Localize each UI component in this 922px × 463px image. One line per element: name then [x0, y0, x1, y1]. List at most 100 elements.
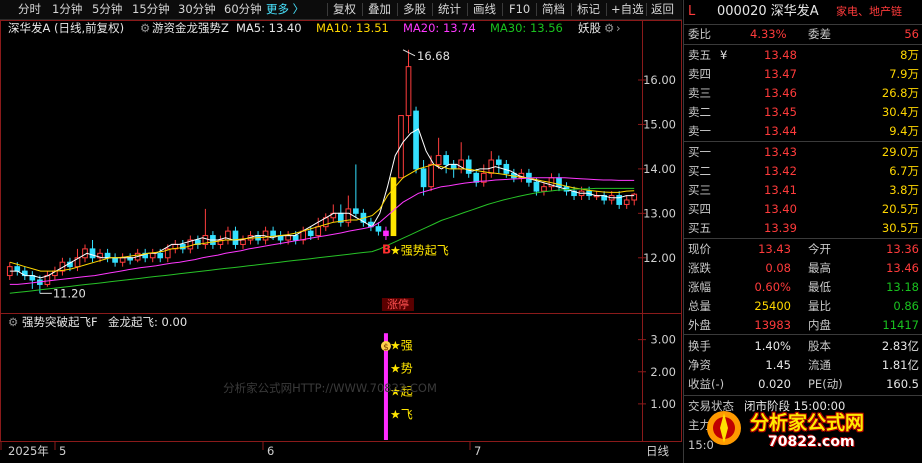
stat-value: 13.46: [886, 261, 919, 275]
candle-body: [353, 208, 359, 214]
bid-label: 买二: [688, 164, 711, 178]
candle: [601, 191, 607, 205]
bid-row: 买五 13.39 30.5万: [684, 219, 922, 237]
bid-price: 13.43: [764, 145, 797, 159]
ma10-label: MA10: 13.51: [316, 21, 389, 35]
candle-body: [112, 257, 118, 263]
candle-body: [420, 168, 427, 188]
stat-label: 量比: [808, 299, 831, 313]
ma10-line: [9, 163, 635, 272]
stat-value: 13.18: [886, 280, 919, 294]
sector-link[interactable]: 家电、地产链: [836, 2, 902, 22]
money-bag-symbol: $: [383, 343, 389, 353]
limit-up-label: 涨停: [387, 297, 409, 311]
kline-chart[interactable]: 16.0015.0014.0013.0012.00 16.6811.20B★强势…: [0, 0, 682, 463]
stat-value: 160.5: [886, 377, 919, 391]
settings-icon[interactable]: ⚙: [604, 21, 614, 36]
signal-char: ★强: [390, 338, 413, 352]
candle: [187, 235, 194, 254]
ask-row: 卖四 13.47 7.9万: [684, 65, 922, 83]
candle-body: [149, 252, 156, 259]
ask-price: 13.44: [764, 124, 797, 138]
candle-body: [307, 230, 314, 237]
sub-indicator-name[interactable]: 强势突破起飞F: [22, 315, 98, 330]
stat-value: 11417: [882, 318, 919, 332]
ask-row: 卖二 13.45 30.4万: [684, 103, 922, 121]
weibi-label: 委比: [688, 27, 711, 41]
stat-label: 收益(-): [688, 377, 725, 391]
stat-label: 涨跌: [688, 261, 711, 275]
candle: [428, 155, 434, 192]
stat-value: 0.60%: [754, 280, 791, 294]
candle-body: [285, 235, 291, 241]
stat-label: 净资: [688, 358, 711, 372]
candle-body: [375, 226, 382, 232]
quote-panel: L 000020 深华发A 家电、地产链 委比 4.33% 委差 56 卖五 ¥1…: [683, 0, 922, 463]
candle-body: [465, 159, 472, 174]
stat-label: 内盘: [808, 318, 831, 332]
stat-label: 现价: [688, 242, 711, 256]
stat-row: 涨跌 0.08 最高 13.46: [684, 259, 922, 277]
candle-body: [240, 239, 246, 245]
ask-row: 卖一 13.44 9.4万: [684, 122, 922, 140]
stat-value: 13.36: [886, 242, 919, 256]
candle-body: [398, 115, 404, 179]
stat-label: 流通: [808, 358, 831, 372]
candle-body: [292, 235, 299, 241]
chevron-right-icon[interactable]: ›: [616, 21, 621, 36]
candle: [195, 235, 201, 249]
candle: [443, 151, 449, 174]
candle: [240, 235, 246, 249]
watermark-text: 分析家公式网HTTP://WWW.70822.COM: [223, 381, 437, 395]
ask-price: 13.47: [764, 67, 797, 81]
sub-y-tick-label: 3.00: [650, 333, 676, 347]
bid-row: 买二 13.42 6.7万: [684, 162, 922, 180]
candle-body: [623, 199, 630, 205]
settings-icon[interactable]: ⚙: [8, 315, 18, 330]
y-tick-label: 13.00: [643, 206, 676, 220]
ask-row: 卖三 13.46 26.8万: [684, 84, 922, 102]
ask-label: 卖一: [688, 124, 711, 138]
ask-price: 13.45: [764, 105, 797, 119]
bid-row: 买四 13.40 20.5万: [684, 200, 922, 218]
stock-code-name: 000020 深华发A: [717, 4, 819, 19]
stat-row: 净资 1.45 流通 1.81亿: [684, 356, 922, 374]
candle-body: [157, 252, 164, 259]
x-tick-label: 5: [59, 444, 66, 458]
candle: [405, 49, 412, 134]
ma5-line: [9, 128, 635, 279]
brand-name: 分析家公式网: [750, 412, 865, 434]
candle: [495, 155, 502, 174]
weibi-value: 4.33%: [750, 27, 787, 41]
stat-value: 0.020: [758, 377, 791, 391]
ask-label: 卖二: [688, 105, 711, 119]
ask-volume: 8万: [900, 48, 919, 62]
stat-value: 1.40%: [754, 339, 791, 353]
ask-price: 13.48: [764, 48, 797, 62]
candle: [127, 253, 133, 265]
candle: [480, 164, 487, 187]
yuan-icon: ¥: [720, 48, 728, 62]
candle: [420, 160, 427, 196]
stat-label: PE(动): [808, 377, 843, 391]
candle: [277, 231, 284, 245]
weicha-label: 委差: [808, 27, 831, 41]
candle-body: [541, 186, 547, 192]
y-tick-label: 16.00: [643, 73, 676, 87]
settings-icon[interactable]: ⚙: [140, 21, 150, 36]
ma20-line: [9, 177, 635, 285]
candle: [465, 155, 472, 178]
ask-label: 卖三: [688, 86, 711, 100]
candle-body: [413, 110, 419, 170]
candle-body: [232, 230, 239, 245]
chart-title: 深华发A (日线,前复权): [8, 21, 125, 35]
stat-label: 换手: [688, 339, 711, 353]
indicator-name[interactable]: 游资金龙强势Z: [152, 21, 229, 36]
candle: [616, 191, 623, 209]
bid-price: 13.41: [764, 183, 797, 197]
candle: [488, 151, 495, 178]
candle: [232, 226, 239, 249]
candle-body: [89, 248, 96, 259]
stat-row: 现价 13.43 今开 13.36: [684, 240, 922, 258]
stat-value: 13983: [754, 318, 791, 332]
